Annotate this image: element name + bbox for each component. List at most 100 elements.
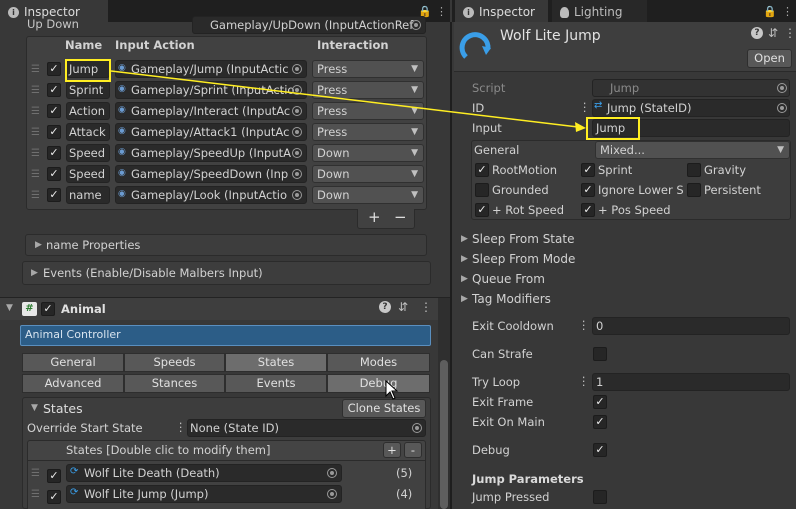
more-icon[interactable]: ⋮	[436, 5, 447, 18]
row-interaction-dropdown[interactable]: Press ▼	[312, 81, 424, 99]
try-loop-field[interactable]: 1	[592, 373, 790, 391]
component-menu-icon[interactable]: ⋮	[784, 26, 796, 40]
lock-icon[interactable]: 🔒	[763, 5, 777, 18]
state-enabled-checkbox[interactable]: ✓	[47, 490, 61, 504]
updown-field[interactable]: Gameplay/UpDown (InputActionRef	[192, 16, 426, 34]
flag-checkbox[interactable]: ✓	[581, 183, 595, 197]
drag-handle-icon[interactable]: ☰	[31, 127, 40, 138]
general-dropdown[interactable]: Mixed... ▼	[595, 141, 790, 159]
states-fold-icon[interactable]: ▼	[31, 403, 38, 413]
row-action-field[interactable]: Gameplay/Attack1 (InputAc	[115, 123, 307, 141]
component-menu-icon[interactable]: ⋮	[420, 300, 432, 314]
tab-general[interactable]: General	[22, 353, 124, 372]
drag-handle-icon[interactable]: ☰	[31, 468, 40, 479]
row-interaction-dropdown[interactable]: Down ▼	[312, 144, 424, 162]
open-button[interactable]: Open	[747, 49, 792, 68]
row-enabled-checkbox[interactable]: ✓	[47, 146, 61, 160]
row-interaction-dropdown[interactable]: Down ▼	[312, 165, 424, 183]
override-start-field[interactable]: None (State ID)	[187, 419, 426, 437]
component-fold-icon[interactable]: ▼	[6, 303, 13, 313]
row-enabled-checkbox[interactable]: ✓	[47, 83, 61, 97]
foldout-arrow-icon[interactable]: ▶	[461, 254, 468, 264]
tab-debug[interactable]: Debug	[327, 374, 430, 393]
flag-checkbox[interactable]: ✓	[581, 203, 595, 217]
object-picker-icon[interactable]	[292, 190, 302, 200]
tab-events[interactable]: Events	[225, 374, 327, 393]
row-interaction-dropdown[interactable]: Press ▼	[312, 123, 424, 141]
row-name-field[interactable]: Speed	[66, 144, 110, 162]
remove-row-button[interactable]: −	[394, 208, 407, 226]
field-menu-icon[interactable]: ⋮	[578, 374, 590, 388]
field-menu-icon[interactable]: ⋮	[579, 100, 591, 114]
settings-sliders-icon[interactable]: ⇵	[398, 300, 408, 314]
jump-pressed-checkbox[interactable]	[593, 490, 607, 504]
foldout-arrow-icon[interactable]: ▶	[461, 294, 468, 304]
row-enabled-checkbox[interactable]: ✓	[47, 188, 61, 202]
object-picker-icon[interactable]	[292, 85, 302, 95]
tab-states[interactable]: States	[225, 353, 327, 372]
row-enabled-checkbox[interactable]: ✓	[47, 62, 61, 76]
drag-handle-icon[interactable]: ☰	[31, 190, 40, 201]
tab-inspector-right[interactable]: i Inspector	[455, 0, 548, 22]
object-picker-icon[interactable]	[777, 103, 787, 113]
add-row-button[interactable]: +	[368, 208, 381, 226]
help-icon[interactable]: ?	[379, 301, 391, 313]
tab-lighting[interactable]: Lighting	[552, 0, 647, 22]
row-name-field[interactable]: Attack	[66, 123, 110, 141]
object-picker-icon[interactable]	[292, 64, 302, 74]
row-action-field[interactable]: Gameplay/Sprint (InputActio	[115, 81, 307, 99]
flag-checkbox[interactable]: ✓	[581, 163, 595, 177]
flag-checkbox[interactable]	[687, 183, 701, 197]
more-icon[interactable]: ⋮	[782, 5, 793, 18]
tab-stances[interactable]: Stances	[124, 374, 225, 393]
foldout-queue-from[interactable]: Queue From	[472, 272, 545, 286]
settings-sliders-icon[interactable]: ⇵	[768, 26, 778, 40]
drag-handle-icon[interactable]: ☰	[31, 85, 40, 96]
row-name-field[interactable]: name	[66, 186, 110, 204]
row-enabled-checkbox[interactable]: ✓	[47, 125, 61, 139]
state-enabled-checkbox[interactable]: ✓	[47, 469, 61, 483]
field-menu-icon[interactable]: ⋮	[175, 420, 187, 434]
row-enabled-checkbox[interactable]: ✓	[47, 104, 61, 118]
row-action-field[interactable]: Gameplay/Jump (InputActic	[115, 60, 307, 78]
flag-checkbox[interactable]: ✓	[475, 163, 489, 177]
add-state-button[interactable]: +	[383, 442, 401, 458]
id-field[interactable]: Jump (StateID)	[592, 99, 790, 117]
object-picker-icon[interactable]	[292, 127, 302, 137]
object-picker-icon[interactable]	[327, 489, 337, 499]
object-picker-icon[interactable]	[292, 148, 302, 158]
exit-on-main-checkbox[interactable]: ✓	[593, 415, 607, 429]
foldout-arrow-icon[interactable]: ▶	[461, 274, 468, 284]
tab-advanced[interactable]: Advanced	[22, 374, 124, 393]
row-name-field[interactable]: Action	[66, 102, 110, 120]
row-interaction-dropdown[interactable]: Press ▼	[312, 60, 424, 78]
foldout-sleep-from-mode[interactable]: Sleep From Mode	[472, 252, 575, 266]
flag-checkbox[interactable]: ✓	[475, 203, 489, 217]
left-scrollbar-thumb[interactable]	[440, 360, 448, 509]
drag-handle-icon[interactable]: ☰	[31, 106, 40, 117]
drag-handle-icon[interactable]: ☰	[31, 148, 40, 159]
row-interaction-dropdown[interactable]: Press ▼	[312, 102, 424, 120]
tab-speeds[interactable]: Speeds	[124, 353, 225, 372]
row-name-field[interactable]: Sprint	[66, 81, 110, 99]
row-action-field[interactable]: Gameplay/SpeedDown (Inp	[115, 165, 307, 183]
object-picker-icon[interactable]	[292, 106, 302, 116]
object-picker-icon[interactable]	[411, 20, 421, 30]
tab-modes[interactable]: Modes	[327, 353, 430, 372]
row-name-field[interactable]: Speed	[66, 165, 110, 183]
debug-checkbox[interactable]: ✓	[593, 443, 607, 457]
row-action-field[interactable]: Gameplay/SpeedUp (InputA	[115, 144, 307, 162]
object-picker-icon[interactable]	[292, 169, 302, 179]
exit-frame-checkbox[interactable]: ✓	[593, 395, 607, 409]
foldout-tag-modifiers[interactable]: Tag Modifiers	[472, 292, 551, 306]
flag-checkbox[interactable]	[687, 163, 701, 177]
row-enabled-checkbox[interactable]: ✓	[47, 167, 61, 181]
row-action-field[interactable]: Gameplay/Look (InputActio	[115, 186, 307, 204]
foldout-arrow-icon[interactable]: ▶	[461, 234, 468, 244]
drag-handle-icon[interactable]: ☰	[31, 489, 40, 500]
can-strafe-checkbox[interactable]	[593, 347, 607, 361]
row-interaction-dropdown[interactable]: Down ▼	[312, 186, 424, 204]
remove-state-button[interactable]: -	[404, 442, 422, 458]
field-menu-icon[interactable]: ⋮	[578, 318, 590, 332]
clone-states-button[interactable]: Clone States	[342, 399, 426, 418]
